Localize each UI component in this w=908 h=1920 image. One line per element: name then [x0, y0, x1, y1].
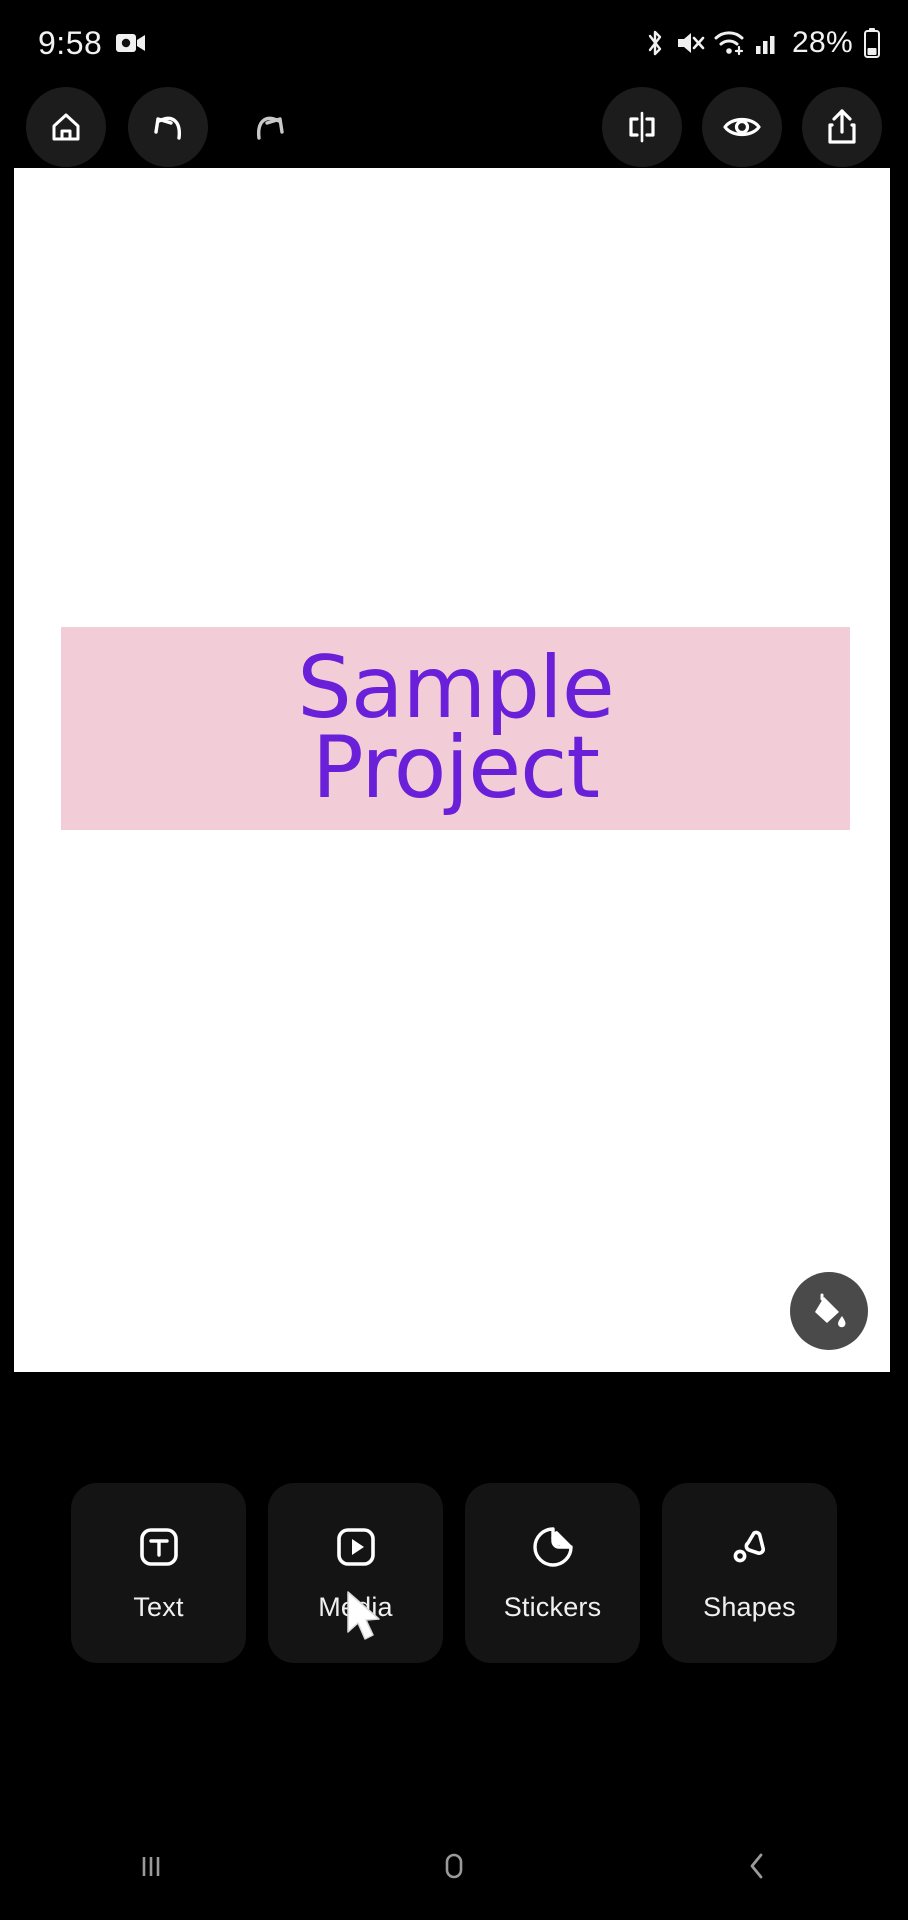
recents-icon: [134, 1849, 168, 1883]
tool-button-media[interactable]: Media: [268, 1483, 443, 1663]
battery-percent-label: 28%: [792, 26, 853, 59]
status-bar-right: 28%: [644, 26, 882, 60]
cellular-signal-icon: [755, 30, 781, 56]
bluetooth-icon: [644, 28, 666, 58]
preview-button[interactable]: [702, 87, 782, 167]
share-button[interactable]: [802, 87, 882, 167]
tool-label-stickers: Stickers: [503, 1591, 602, 1622]
editor-toolbar: [0, 86, 908, 168]
toolbar-right-group: [602, 87, 882, 167]
eye-icon: [720, 107, 764, 147]
text-box-icon: [136, 1524, 182, 1570]
shapes-icon: [727, 1524, 773, 1570]
undo-icon: [147, 106, 189, 148]
tool-button-shapes[interactable]: Shapes: [662, 1483, 837, 1663]
canvas-fill-button[interactable]: [790, 1272, 868, 1350]
canvas-text-content: Sample Project: [297, 638, 614, 818]
status-bar: 9:58 28%: [0, 0, 908, 86]
sticker-icon: [530, 1524, 576, 1570]
nav-home-button[interactable]: [394, 1812, 514, 1920]
battery-icon: [862, 27, 882, 59]
home-pill-icon: [437, 1849, 471, 1883]
android-nav-bar: [0, 1812, 908, 1920]
status-bar-left: 9:58: [38, 25, 146, 62]
flip-button[interactable]: [602, 87, 682, 167]
wifi-icon: [714, 29, 746, 57]
canvas-text-element[interactable]: Sample Project: [61, 627, 850, 830]
status-bar-clock: 9:58: [38, 24, 103, 61]
flip-horizontal-icon: [622, 107, 662, 147]
video-recording-icon: [116, 32, 146, 54]
home-button[interactable]: [26, 87, 106, 167]
tool-label-shapes: Shapes: [703, 1591, 796, 1622]
tool-row: Text Media Stickers Shapes: [0, 1483, 908, 1663]
home-icon: [46, 107, 86, 147]
design-canvas[interactable]: Sample Project: [14, 168, 890, 1372]
app-root: 9:58 28% Sample Project Text Media Stick…: [0, 0, 908, 1920]
redo-icon: [249, 106, 291, 148]
media-play-icon: [333, 1524, 379, 1570]
paint-bucket-icon: [808, 1290, 850, 1332]
back-chevron-icon: [740, 1849, 774, 1883]
share-icon: [822, 106, 862, 148]
nav-back-button[interactable]: [697, 1812, 817, 1920]
tool-button-text[interactable]: Text: [71, 1483, 246, 1663]
mute-icon: [675, 29, 705, 57]
tool-label-media: Media: [318, 1591, 393, 1622]
undo-button[interactable]: [128, 87, 208, 167]
tool-button-stickers[interactable]: Stickers: [465, 1483, 640, 1663]
nav-recents-button[interactable]: [91, 1812, 211, 1920]
toolbar-left-group: [26, 87, 310, 167]
redo-button[interactable]: [230, 87, 310, 167]
tool-label-text: Text: [133, 1591, 184, 1622]
